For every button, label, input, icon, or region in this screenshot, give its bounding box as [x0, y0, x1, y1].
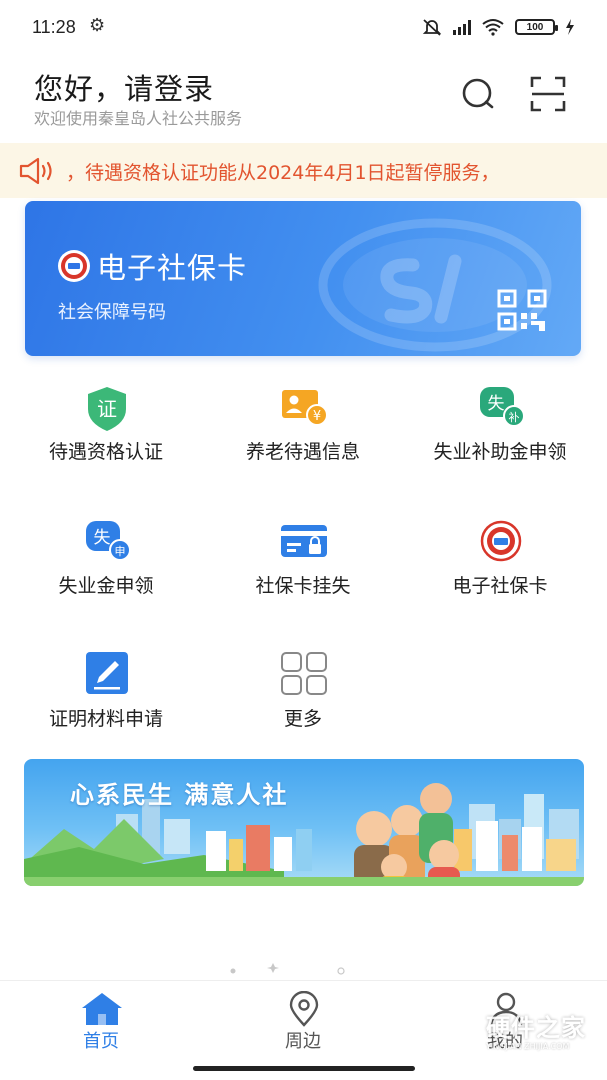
social-card-subtitle: 社会保障号码: [58, 302, 166, 323]
search-icon[interactable]: [460, 76, 496, 112]
home-icon: [82, 993, 122, 1025]
status-time: 11:28: [32, 17, 76, 37]
social-security-emblem-icon: [58, 250, 90, 282]
electronic-social-security-card[interactable]: 电子社保卡 社会保障号码: [25, 201, 581, 356]
charging-bolt-icon: [566, 19, 574, 35]
service-label: 证明材料申请: [48, 708, 163, 730]
status-bar: 11:28 ⚙ 100: [0, 0, 607, 56]
service-more[interactable]: 更多: [203, 652, 403, 762]
header: 您好，请登录 欢迎使用秦皇岛人社公共服务: [0, 60, 607, 136]
home-indicator[interactable]: [193, 1066, 415, 1071]
svg-text:失: 失: [94, 528, 111, 548]
settings-gear-icon: ⚙: [89, 15, 106, 36]
svg-text:失: 失: [488, 394, 505, 414]
service-label: 电子社保卡: [452, 575, 548, 597]
page-indicator-dots: [230, 963, 345, 975]
service-certificate-request[interactable]: 证明材料申请: [6, 652, 206, 762]
hexagon-logo-icon: [439, 1006, 481, 1056]
card-lock-icon: [281, 525, 327, 557]
battery-icon: 100: [515, 19, 558, 35]
si-watermark-icon: [318, 218, 552, 352]
battery-level: 100: [526, 21, 544, 33]
watermark-subtitle: YINGJIAN ZHIJIA.COM: [486, 1042, 570, 1051]
social-security-emblem-icon: [480, 520, 522, 562]
social-card-title: 电子社保卡: [97, 251, 248, 285]
service-electronic-card[interactable]: 电子社保卡: [400, 519, 600, 629]
tab-nearby[interactable]: 周边: [233, 981, 373, 1061]
service-unemployment-benefit[interactable]: 失 申 失业金申领: [6, 519, 206, 629]
svg-text:¥: ¥: [313, 409, 321, 424]
service-label: 养老待遇信息: [245, 441, 360, 463]
status-icons: 100: [421, 18, 575, 36]
tab-label: 周边: [285, 1031, 321, 1052]
service-label: 待遇资格认证: [48, 441, 163, 463]
unemployment-subsidy-icon: 失 补: [480, 387, 525, 427]
grid-more-icon: [281, 652, 327, 695]
notice-text: ，待遇资格认证功能从2024年4月1日起暂停服务，: [66, 162, 500, 184]
speaker-icon: [19, 157, 52, 185]
unemployment-benefit-icon: 失 申: [86, 521, 131, 561]
service-label: 失业金申领: [58, 575, 154, 597]
site-watermark-logo: 硬件之家 YINGJIAN ZHIJIA.COM: [438, 1004, 598, 1058]
notice-bar[interactable]: ，待遇资格认证功能从2024年4月1日起暂停服务，: [0, 143, 607, 198]
service-benefit-qualification[interactable]: 证 待遇资格认证: [6, 385, 206, 495]
signal-bars-icon: [453, 19, 471, 35]
mute-bell-icon: [422, 19, 442, 36]
service-unemployment-subsidy[interactable]: 失 补 失业补助金申领: [400, 385, 600, 495]
edit-document-icon: [86, 652, 128, 694]
pension-info-icon: ¥: [282, 390, 328, 426]
service-label: 社保卡挂失: [255, 575, 351, 597]
svg-text:申: 申: [115, 545, 126, 558]
login-greeting[interactable]: 您好，请登录: [34, 66, 214, 108]
service-label: 更多: [283, 708, 322, 730]
welcome-subtitle: 欢迎使用秦皇岛人社公共服务: [34, 109, 243, 128]
service-label: 失业补助金申领: [433, 441, 567, 463]
qr-code-icon[interactable]: [497, 289, 547, 331]
svg-text:证: 证: [97, 397, 117, 421]
tab-label: 首页: [83, 1031, 119, 1052]
service-card-loss-report[interactable]: 社保卡挂失: [203, 519, 403, 629]
svg-text:补: 补: [509, 411, 520, 424]
wifi-icon: [482, 19, 504, 36]
tab-home[interactable]: 首页: [31, 981, 171, 1061]
service-pension-info[interactable]: ¥ 养老待遇信息: [203, 385, 403, 495]
scan-icon[interactable]: [528, 74, 568, 114]
location-pin-icon: [289, 991, 319, 1027]
certificate-shield-icon: 证: [88, 387, 126, 431]
promo-slogan: 心系民生 满意人社: [70, 781, 289, 809]
watermark-title: 硬件之家: [486, 1014, 586, 1042]
promo-banner[interactable]: 心系民生 满意人社: [24, 759, 584, 886]
